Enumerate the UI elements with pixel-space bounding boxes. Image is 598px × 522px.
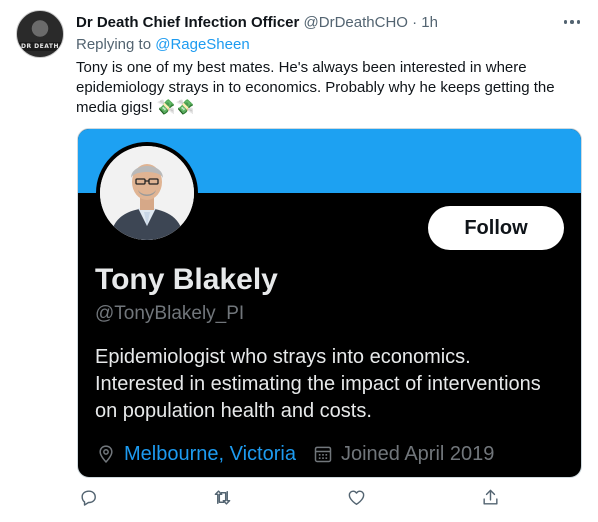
author-handle[interactable]: @DrDeathCHO bbox=[304, 14, 408, 31]
profile-card[interactable]: Follow Tony Blakely @TonyBlakely_PI Epid… bbox=[77, 128, 582, 478]
follow-button[interactable]: Follow bbox=[428, 206, 564, 250]
avatar-band-text: DR DEATH bbox=[17, 42, 63, 51]
profile-bio: Epidemiologist who strays into economics… bbox=[95, 346, 541, 422]
calendar-icon bbox=[312, 443, 334, 465]
tweet-timestamp[interactable]: 1h bbox=[421, 14, 438, 31]
location-pin-icon bbox=[95, 443, 117, 465]
profile-photo-image bbox=[100, 146, 194, 240]
author-name[interactable]: Dr Death Chief Infection Officer bbox=[76, 14, 299, 31]
author-avatar[interactable]: DR DEATH bbox=[16, 10, 64, 58]
tweet-header: Dr Death Chief Infection Officer @DrDeat… bbox=[76, 13, 438, 33]
replying-to-link[interactable]: @RageSheen bbox=[155, 36, 249, 53]
reply-button[interactable] bbox=[76, 488, 100, 512]
tweet-actions bbox=[76, 488, 506, 512]
retweet-button[interactable] bbox=[210, 488, 234, 512]
share-button[interactable] bbox=[478, 488, 502, 512]
more-dot bbox=[563, 20, 568, 24]
tweet-text: Tony is one of my best mates. He's alway… bbox=[76, 59, 555, 116]
replying-to-line: Replying to @RageSheen bbox=[76, 35, 250, 55]
reply-icon bbox=[79, 488, 98, 512]
profile-name: Tony Blakely bbox=[95, 263, 278, 296]
more-dot bbox=[576, 20, 581, 24]
profile-location[interactable]: Melbourne, Victoria bbox=[124, 442, 296, 466]
replying-prefix: Replying to bbox=[76, 36, 152, 53]
like-button[interactable] bbox=[344, 488, 368, 512]
share-icon bbox=[481, 488, 500, 512]
more-dot bbox=[570, 20, 574, 24]
like-icon bbox=[347, 488, 366, 512]
more-options-button[interactable] bbox=[560, 10, 584, 34]
retweet-icon bbox=[213, 488, 232, 512]
tweet[interactable]: DR DEATH Dr Death Chief Infection Office… bbox=[0, 0, 598, 522]
profile-handle: @TonyBlakely_PI bbox=[95, 303, 245, 324]
header-separator: · bbox=[412, 14, 418, 31]
profile-joined: Joined April 2019 bbox=[340, 443, 495, 465]
profile-photo[interactable] bbox=[96, 142, 198, 244]
profile-meta: Melbourne, Victoria Joined April 2019 bbox=[95, 442, 494, 466]
